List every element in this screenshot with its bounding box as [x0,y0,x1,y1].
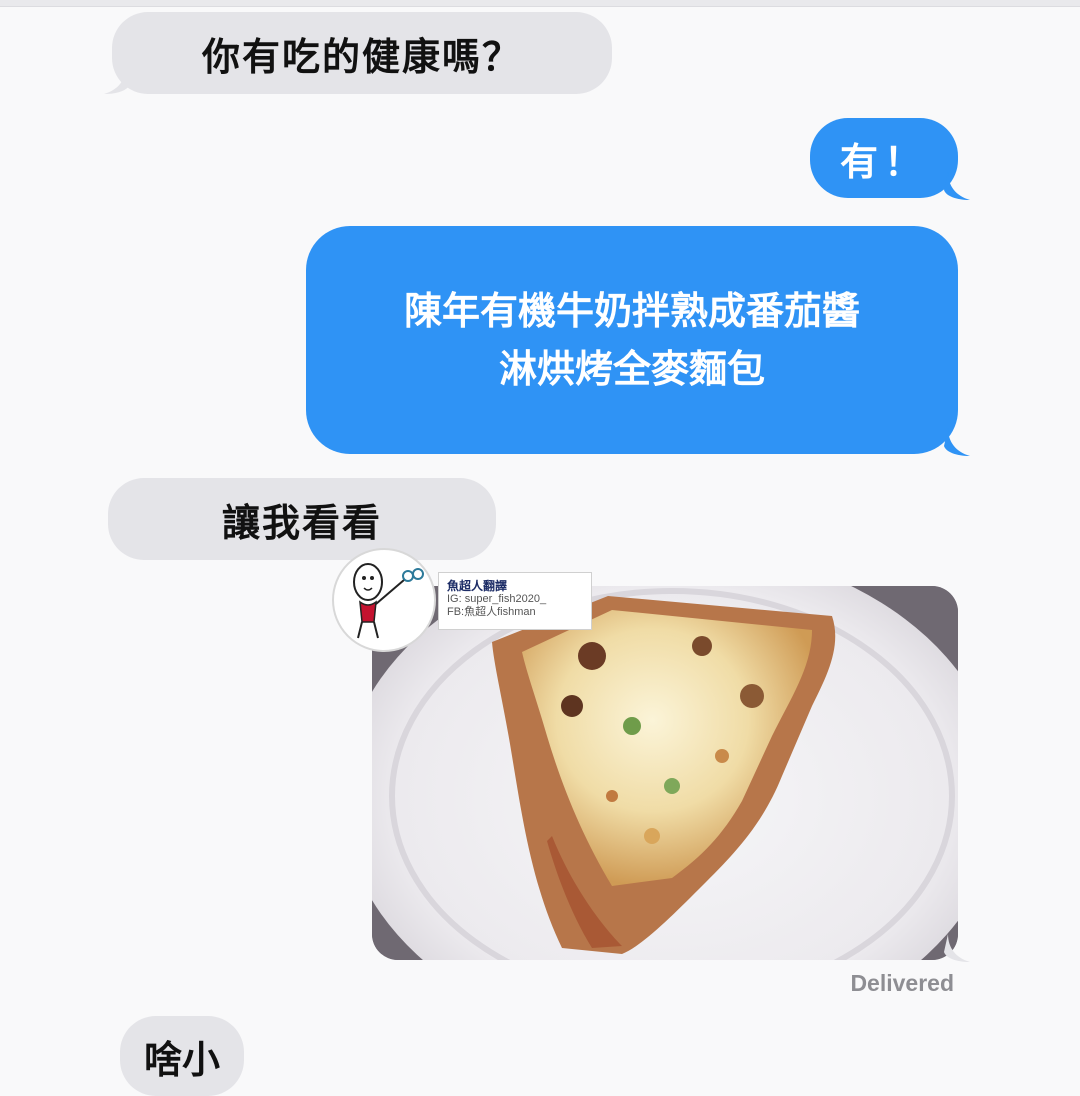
fish-man-logo-icon [353,563,424,639]
message-text: 讓我看看 [221,500,382,545]
outgoing-message-bubble[interactable]: 有！ [810,118,958,198]
message-text-line-2: 淋烘烤全麥麵包 [498,347,765,391]
top-divider [0,0,1080,7]
bubble-tail-icon [104,66,130,94]
message-text-line-1: 陳年有機牛奶拌熟成番茄醬 [403,289,860,333]
pizza-slice-photo [372,586,958,960]
watermark-card: 魚超人翻譯 IG: super_fish2020_ FB:魚超人fishman [438,572,592,630]
photo-message[interactable] [372,586,958,960]
message-text: 有！ [839,139,928,184]
message-text: 你有吃的健康嗎？ [201,34,522,79]
incoming-message-bubble[interactable]: 讓我看看 [108,478,496,560]
delivered-status: Delivered [850,970,954,996]
watermark-avatar [332,548,436,652]
bubble-tail-icon [944,428,970,456]
watermark-ig: IG: super_fish2020_ [447,593,547,605]
watermark-title: 魚超人翻譯 [447,579,508,593]
watermark-fb: FB:魚超人fishman [447,606,536,618]
incoming-message-bubble[interactable]: 啥小 [120,1016,244,1096]
incoming-message-bubble[interactable]: 你有吃的健康嗎？ [112,12,612,94]
bubble-tail-icon [944,934,970,962]
outgoing-message-bubble[interactable]: 陳年有機牛奶拌熟成番茄醬 淋烘烤全麥麵包 [306,226,958,454]
message-text: 啥小 [143,1037,220,1082]
bubble-tail-icon [944,172,970,200]
